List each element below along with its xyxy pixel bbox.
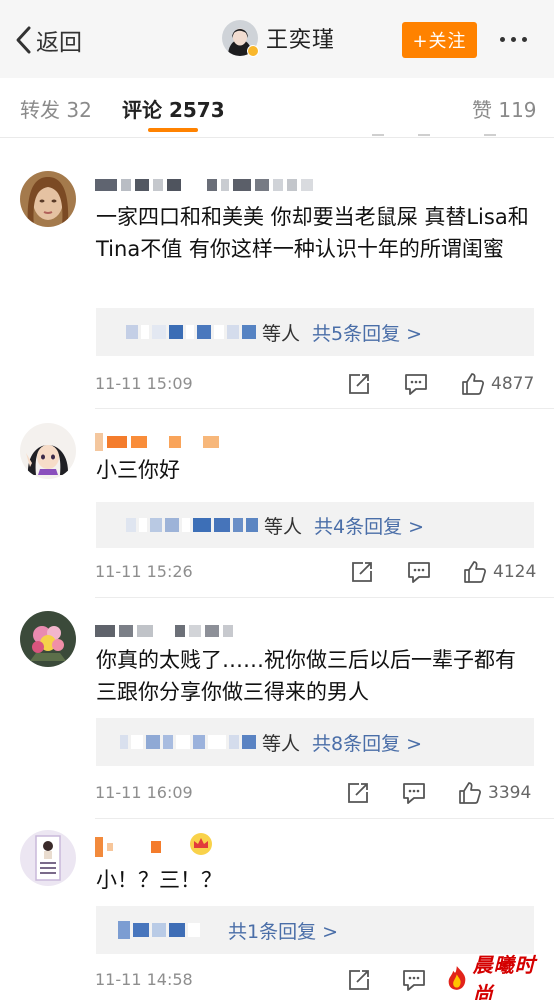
share-icon[interactable] bbox=[348, 373, 370, 395]
comment-icon[interactable] bbox=[402, 782, 426, 804]
flame-logo-icon bbox=[448, 966, 466, 990]
nav-bar: 返回 王奕瑾 +关注 bbox=[0, 0, 554, 78]
comment-meta: 11-11 16:09 3394 bbox=[95, 781, 539, 805]
more-dot-icon bbox=[522, 37, 527, 42]
replies-preview[interactable]: 等人 共8条回复 > bbox=[96, 718, 534, 766]
reply-users-redacted bbox=[118, 921, 200, 939]
like-button[interactable]: 4877 bbox=[461, 372, 534, 396]
thumbs-up-icon bbox=[464, 561, 486, 583]
previous-comment-share-icon bbox=[372, 130, 384, 136]
share-icon[interactable] bbox=[348, 969, 370, 991]
comment-text: 你真的太贱了……祝你做三后以后一辈子都有三跟你分享你做三得来的男人 bbox=[96, 648, 516, 704]
previous-comment-reply-icon bbox=[418, 130, 430, 136]
crown-badge-icon bbox=[190, 833, 212, 855]
like-count: 4124 bbox=[493, 562, 537, 582]
username-redacted[interactable] bbox=[95, 433, 219, 451]
like-count: 3394 bbox=[488, 783, 532, 803]
replies-preview[interactable]: 共1条回复 > bbox=[96, 906, 534, 954]
tab-bar: 转发 32 评论 2573 赞 119 bbox=[0, 78, 554, 138]
avatar[interactable] bbox=[20, 171, 76, 227]
view-replies-link[interactable]: 共4条回复 > bbox=[314, 512, 424, 539]
thumbs-up-icon bbox=[462, 373, 484, 395]
replies-preview[interactable]: 等人 共5条回复 > bbox=[96, 308, 534, 356]
comment-icon[interactable] bbox=[402, 969, 426, 991]
avatar[interactable] bbox=[20, 423, 76, 479]
reply-users-redacted bbox=[126, 518, 258, 532]
like-count: 4877 bbox=[491, 374, 535, 394]
comment-text: 小！？三！？ bbox=[96, 868, 222, 892]
divider bbox=[95, 597, 554, 598]
like-button[interactable]: 3394 bbox=[458, 781, 531, 805]
watermark: 晨曦时尚 bbox=[445, 953, 549, 1000]
more-dot-icon bbox=[500, 37, 505, 42]
reply-prefix: 等人 bbox=[264, 515, 303, 538]
comment-time: 11-11 15:26 bbox=[95, 562, 193, 581]
comment-item: 一家四口和和美美 你却要当老鼠屎 真替Lisa和Tina不值 有你这样一种认识十… bbox=[0, 165, 554, 410]
tab-comments[interactable]: 评论 2573 bbox=[122, 94, 225, 123]
comment-text: 一家四口和和美美 你却要当老鼠屎 真替Lisa和Tina不值 有你这样一种认识十… bbox=[96, 205, 529, 261]
view-replies-link[interactable]: 共5条回复 > bbox=[312, 319, 422, 346]
share-icon[interactable] bbox=[347, 782, 369, 804]
tab-likes[interactable]: 赞 119 bbox=[472, 94, 537, 123]
comment-icon[interactable] bbox=[407, 561, 431, 583]
divider bbox=[95, 818, 554, 819]
view-replies-link[interactable]: 共8条回复 > bbox=[312, 729, 422, 756]
comment-time: 11-11 16:09 bbox=[95, 783, 193, 802]
comment-meta: 11-11 15:26 4124 bbox=[95, 560, 539, 584]
profile-header[interactable]: 王奕瑾 bbox=[222, 20, 335, 56]
comment-text: 小三你好 bbox=[96, 458, 180, 482]
comment-time: 11-11 14:58 bbox=[95, 970, 193, 989]
back-label: 返回 bbox=[36, 30, 82, 56]
verified-badge-icon bbox=[247, 45, 259, 57]
previous-comment-like-icon bbox=[484, 130, 496, 136]
avatar[interactable] bbox=[20, 611, 76, 667]
username-redacted[interactable] bbox=[95, 622, 233, 640]
reply-prefix: 等人 bbox=[262, 322, 301, 345]
profile-name[interactable]: 王奕瑾 bbox=[266, 22, 335, 54]
avatar[interactable] bbox=[20, 830, 76, 886]
reply-users-redacted bbox=[126, 325, 256, 339]
username-redacted[interactable] bbox=[95, 837, 175, 857]
more-options-button[interactable] bbox=[500, 37, 527, 42]
comment-item: 你真的太贱了……祝你做三后以后一辈子都有三跟你分享你做三得来的男人 等人 共8条… bbox=[0, 608, 554, 818]
watermark-text: 晨曦时尚 bbox=[472, 953, 536, 1000]
active-tab-indicator bbox=[148, 128, 198, 132]
username-redacted[interactable] bbox=[95, 176, 313, 194]
comment-icon[interactable] bbox=[404, 373, 428, 395]
thumbs-up-icon bbox=[459, 782, 481, 804]
reply-users-redacted bbox=[120, 735, 256, 749]
more-dot-icon bbox=[511, 37, 516, 42]
back-button[interactable]: 返回 bbox=[14, 22, 82, 58]
share-icon[interactable] bbox=[351, 561, 373, 583]
follow-button[interactable]: +关注 bbox=[402, 22, 477, 58]
tab-reposts[interactable]: 转发 32 bbox=[20, 94, 92, 123]
chevron-left-icon bbox=[16, 26, 31, 54]
like-button[interactable]: 4124 bbox=[463, 560, 536, 584]
comment-item: 小三你好 等人 共4条回复 > 11-11 15:26 4124 bbox=[0, 420, 554, 600]
reply-prefix: 等人 bbox=[262, 732, 301, 755]
view-replies-link[interactable]: 共1条回复 > bbox=[228, 917, 338, 944]
replies-preview[interactable]: 等人 共4条回复 > bbox=[96, 502, 534, 548]
comment-meta: 11-11 15:09 4877 bbox=[95, 372, 539, 396]
divider bbox=[95, 408, 554, 409]
comment-time: 11-11 15:09 bbox=[95, 374, 193, 393]
